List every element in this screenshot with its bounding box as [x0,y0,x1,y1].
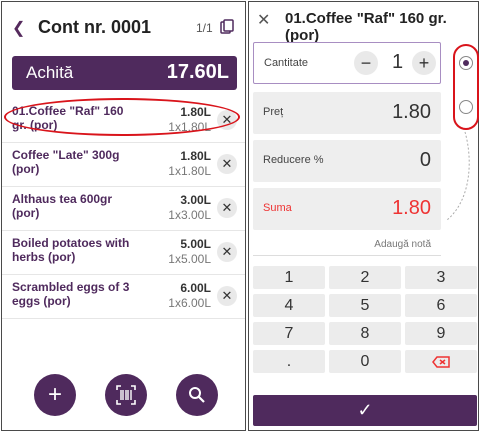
key-decimal[interactable]: . [253,350,325,373]
price-value: 1.80 [392,101,431,123]
item-quantity: 1x5.00L [168,252,211,266]
item-price: 5.00L [180,237,211,251]
barcode-button[interactable] [105,374,147,416]
remove-item-button[interactable]: ✕ [217,110,237,130]
increase-quantity-button[interactable]: + [412,51,436,75]
list-item[interactable]: Boiled potatoes with herbs (por) 5.00L 1… [2,231,245,275]
search-button[interactable] [176,374,218,416]
confirm-button[interactable]: ✓ [253,395,477,426]
item-price: 1.80L [180,105,211,119]
price-label: Preț [263,106,284,118]
item-name: Coffee "Late" 300g (por) [12,148,120,176]
discount-value: 0 [419,149,431,171]
key-6[interactable]: 6 [405,294,477,317]
remove-item-button[interactable]: ✕ [217,242,237,262]
page-indicator: 1/1 [196,21,213,35]
receipt-title: Cont nr. 0001 [38,17,152,37]
sum-value: 1.80 [392,197,431,219]
add-icon: + [47,381,62,408]
item-quantity: 1x6.00L [168,296,211,310]
pay-total: 17.60L [166,61,229,83]
key-3[interactable]: 3 [405,266,477,289]
receipt-panel: ❮ Cont nr. 0001 1/1 Achită 17.60L 01.Cof… [1,1,246,431]
search-icon [189,387,205,403]
quantity-label: Cantitate [264,57,309,69]
item-quantity: 1x1.80L [168,164,211,178]
add-note-field[interactable]: Adaugă notă [253,236,441,256]
connector-line [446,131,470,221]
remove-item-button[interactable]: ✕ [217,286,237,306]
key-7[interactable]: 7 [253,322,325,345]
item-quantity: 1x1.80L [168,120,211,134]
list-item[interactable]: 01.Coffee "Raf" 160 gr. (por) 1.80L 1x1.… [2,99,245,143]
mode-selector [453,44,479,130]
pay-label: Achită [26,63,74,82]
pay-button[interactable]: Achită 17.60L [12,56,237,90]
item-price: 6.00L [180,281,211,295]
discount-label: Reducere % [263,154,324,166]
backspace-icon [432,356,450,368]
backspace-button[interactable] [405,350,477,373]
add-button[interactable]: + [34,374,76,416]
key-4[interactable]: 4 [253,294,325,317]
sum-field[interactable]: Suma 1.80 [253,188,441,230]
price-field[interactable]: Preț 1.80 [253,92,441,134]
quantity-field[interactable]: Cantitate − 1 + [253,42,441,84]
list-item[interactable]: Althaus tea 600gr (por) 3.00L 1x3.00L ✕ [2,187,245,231]
key-2[interactable]: 2 [329,266,401,289]
key-0[interactable]: 0 [329,350,401,373]
list-item[interactable]: Coffee "Late" 300g (por) 1.80L 1x1.80L ✕ [2,143,245,187]
discount-field[interactable]: Reducere % 0 [253,140,441,182]
remove-item-button[interactable]: ✕ [217,198,237,218]
item-name: Boiled potatoes with herbs (por) [12,236,130,264]
copy-icon[interactable] [220,19,234,35]
item-editor-panel: ✕ 01.Coffee "Raf" 160 gr. (por) Cantitat… [248,1,479,431]
barcode-icon [116,385,136,405]
item-quantity: 1x3.00L [168,208,211,222]
close-icon[interactable]: ✕ [257,10,270,30]
item-name: 01.Coffee "Raf" 160 gr. (por) [12,104,124,132]
receipt-header: ❮ Cont nr. 0001 1/1 [2,2,245,52]
item-name: Althaus tea 600gr (por) [12,192,113,220]
check-icon: ✓ [357,400,373,420]
remove-item-button[interactable]: ✕ [217,154,237,174]
item-price: 3.00L [180,193,211,207]
key-1[interactable]: 1 [253,266,325,289]
chevron-left-icon[interactable]: ❮ [12,18,25,38]
item-price: 1.80L [180,149,211,163]
price-mode-radio[interactable] [459,100,473,114]
order-items-list: 01.Coffee "Raf" 160 gr. (por) 1.80L 1x1.… [2,99,245,319]
key-9[interactable]: 9 [405,322,477,345]
quantity-mode-radio[interactable] [459,56,473,70]
sum-label: Suma [263,202,292,214]
item-title: 01.Coffee "Raf" 160 gr. (por) [285,10,447,44]
list-item[interactable]: Scrambled eggs of 3 eggs (por) 6.00L 1x6… [2,275,245,319]
item-name: Scrambled eggs of 3 eggs (por) [12,280,130,308]
key-8[interactable]: 8 [329,322,401,345]
decrease-quantity-button[interactable]: − [354,51,378,75]
quantity-value: 1 [392,51,404,73]
key-5[interactable]: 5 [329,294,401,317]
